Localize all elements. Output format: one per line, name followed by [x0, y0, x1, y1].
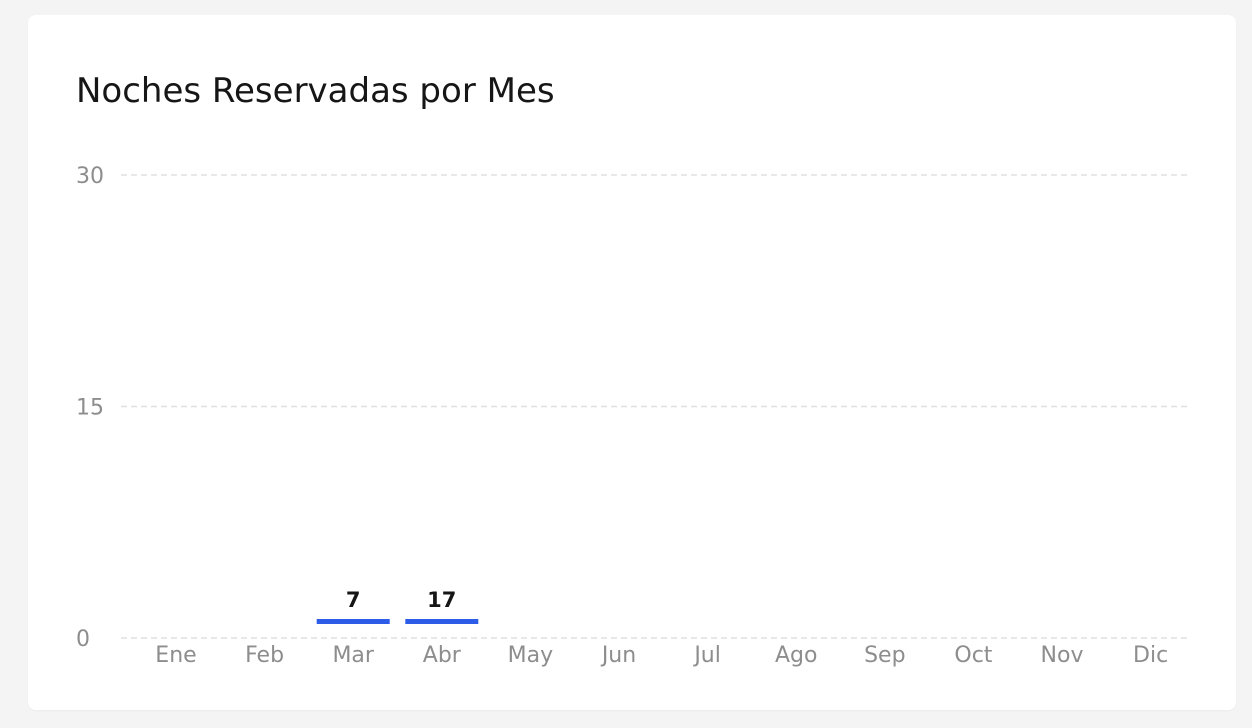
x-axis-ticks: Ene Feb Mar Abr May Jun Jul Ago Sep Oct Nov Dic: [155, 643, 1168, 668]
x-tick-label: Sep: [864, 643, 905, 668]
x-tick-label: Abr: [423, 643, 462, 668]
y-tick-label: 30: [76, 164, 104, 189]
chart-card: Noches Reservadas por Mes 0 15 30 7 17 Ene F…: [28, 15, 1236, 710]
x-tick-label: Oct: [954, 643, 992, 668]
x-tick-label: Dic: [1133, 643, 1168, 668]
data-labels: 7 17: [346, 588, 457, 612]
x-tick-label: Ene: [155, 643, 196, 668]
x-tick-label: Jun: [600, 643, 636, 668]
y-tick-label: 15: [76, 396, 104, 421]
x-tick-label: Ago: [775, 643, 817, 668]
bar-chart: 0 15 30 7 17 Ene Feb Mar Abr May Jun Jul Ago Sep Oct…: [76, 164, 1188, 668]
bar-value-label: 7: [346, 588, 361, 612]
x-tick-label: Mar: [332, 643, 374, 668]
x-tick-label: Nov: [1041, 643, 1084, 668]
bar[interactable]: [316, 619, 390, 624]
y-tick-label: 0: [76, 627, 90, 652]
bar-value-label: 17: [427, 588, 456, 612]
bars: [316, 619, 479, 624]
x-tick-label: Feb: [245, 643, 284, 668]
grid-lines: [121, 174, 1188, 639]
bar[interactable]: [405, 619, 479, 624]
y-axis-ticks: 0 15 30: [76, 164, 104, 652]
x-tick-label: Jul: [692, 643, 721, 668]
x-tick-label: May: [508, 643, 553, 668]
